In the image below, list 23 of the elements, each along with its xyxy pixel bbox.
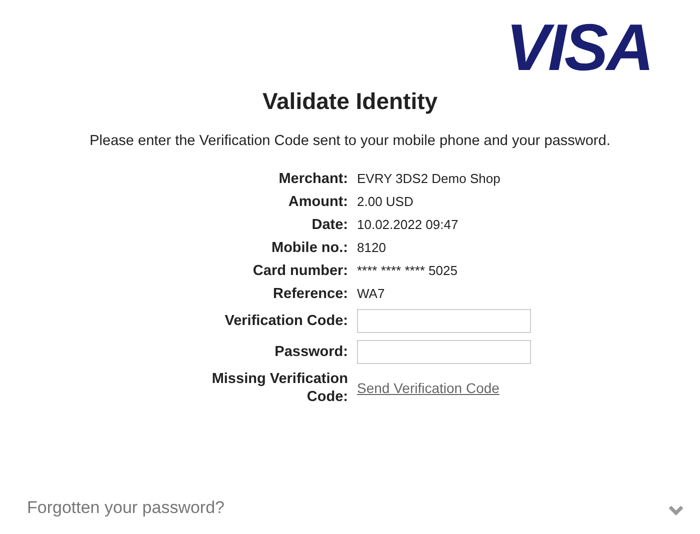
visa-logo: VISA	[506, 14, 652, 70]
field-value: 10.02.2022 09:47	[357, 216, 460, 234]
field-label: Mobile no.:	[270, 239, 348, 257]
instruction-text: Please enter the Verification Code sent to your mobile phone and your password.	[88, 132, 612, 150]
field-value: **** **** **** 5025	[357, 262, 458, 280]
field-label: Amount:	[287, 193, 348, 211]
field-value: 2.00 USD	[357, 193, 414, 211]
field-label: Card number:	[252, 262, 348, 280]
input-field[interactable]	[357, 340, 531, 364]
forgot-password-link[interactable]: Forgotten your password?	[27, 498, 224, 518]
send-code-link[interactable]: Send Verification Code	[357, 380, 500, 396]
field-label: Password:	[274, 343, 348, 361]
field-label: Merchant:	[278, 170, 348, 188]
page-title: Validate Identity	[261, 87, 439, 116]
input-field[interactable]	[357, 309, 531, 333]
field-label: Date:	[310, 216, 348, 234]
chevron-down-icon[interactable]	[668, 505, 684, 517]
field-label: Reference:	[272, 285, 348, 303]
field-label: Missing Verification Code:	[210, 370, 348, 406]
field-value: EVRY 3DS2 Demo Shop	[357, 170, 502, 188]
field-value: 8120	[357, 239, 387, 257]
field-value: WA7	[357, 285, 386, 303]
field-label: Verification Code:	[224, 312, 348, 330]
